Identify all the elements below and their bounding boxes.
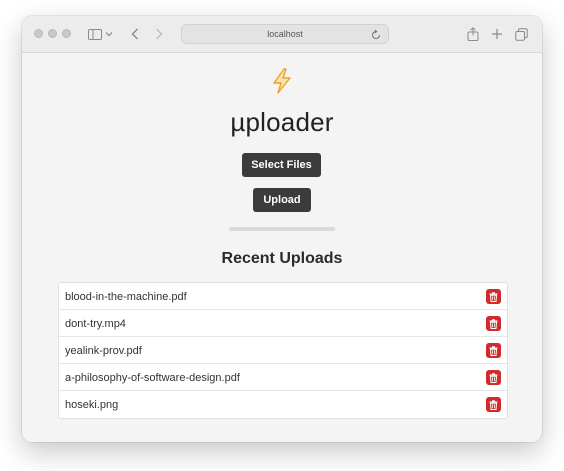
tab-overview-icon[interactable]	[512, 25, 530, 43]
select-files-button[interactable]: Select Files	[242, 153, 321, 177]
delete-button[interactable]	[486, 316, 501, 331]
delete-button[interactable]	[486, 397, 501, 412]
trash-icon	[489, 372, 498, 383]
zoom-window-button[interactable]	[62, 29, 71, 38]
list-item: blood-in-the-machine.pdf	[59, 283, 507, 310]
lightning-bolt-icon	[270, 68, 294, 94]
delete-button[interactable]	[486, 370, 501, 385]
trash-icon	[489, 318, 498, 329]
browser-window: localhost µploader Select Files Upload R…	[22, 16, 542, 442]
recent-uploads-heading: Recent Uploads	[221, 250, 343, 267]
back-icon[interactable]	[126, 25, 144, 43]
upload-progress-bar	[229, 227, 335, 231]
forward-icon[interactable]	[150, 25, 168, 43]
minimize-window-button[interactable]	[48, 29, 57, 38]
new-tab-icon[interactable]	[488, 25, 506, 43]
delete-button[interactable]	[486, 343, 501, 358]
recent-uploads-list: blood-in-the-machine.pdf dont-try.mp4 ye…	[58, 282, 508, 419]
trash-icon	[489, 345, 498, 356]
address-text: localhost	[267, 29, 303, 39]
file-name[interactable]: hoseki.png	[65, 391, 118, 418]
list-item: yealink-prov.pdf	[59, 337, 507, 364]
file-name[interactable]: dont-try.mp4	[65, 310, 126, 337]
reload-icon[interactable]	[370, 28, 382, 40]
close-window-button[interactable]	[34, 29, 43, 38]
file-name[interactable]: blood-in-the-machine.pdf	[65, 283, 187, 310]
trash-icon	[489, 291, 498, 302]
list-item: dont-try.mp4	[59, 310, 507, 337]
file-name[interactable]: a-philosophy-of-software-design.pdf	[65, 364, 240, 391]
page-content: µploader Select Files Upload Recent Uplo…	[22, 53, 542, 442]
file-name[interactable]: yealink-prov.pdf	[65, 337, 142, 364]
delete-button[interactable]	[486, 289, 501, 304]
address-bar[interactable]: localhost	[181, 24, 389, 44]
chevron-down-icon[interactable]	[104, 25, 114, 43]
list-item: a-philosophy-of-software-design.pdf	[59, 364, 507, 391]
share-icon[interactable]	[464, 25, 482, 43]
sidebar-icon[interactable]	[86, 25, 104, 43]
browser-toolbar: localhost	[22, 16, 542, 53]
upload-button[interactable]: Upload	[253, 188, 311, 212]
list-item: hoseki.png	[59, 391, 507, 418]
trash-icon	[489, 399, 498, 410]
app-title: µploader	[230, 107, 334, 137]
